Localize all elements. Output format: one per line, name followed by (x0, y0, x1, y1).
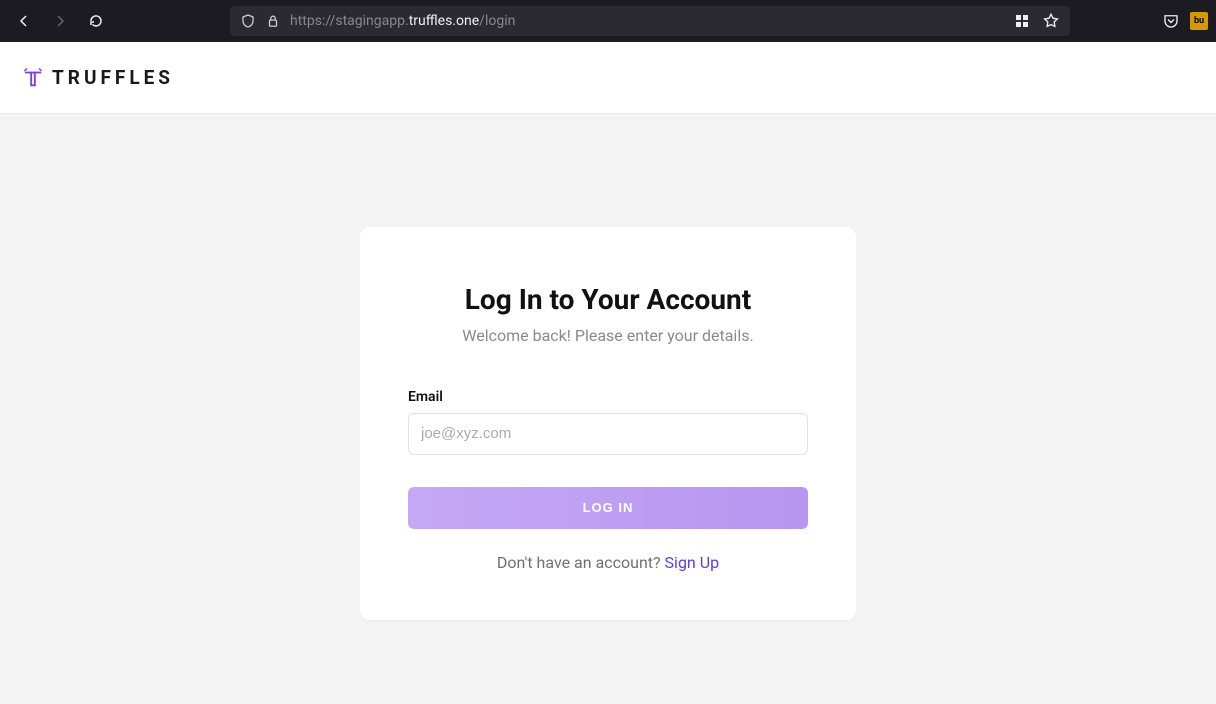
login-title: Log In to Your Account (408, 283, 808, 316)
forward-button[interactable] (44, 5, 76, 37)
signup-link[interactable]: Sign Up (665, 553, 720, 572)
brand-logo[interactable]: TRUFFLES (22, 66, 174, 89)
shield-icon (240, 13, 256, 29)
signup-prompt: Don't have an account? (497, 553, 665, 572)
grid-icon[interactable] (1014, 13, 1030, 29)
login-card: Log In to Your Account Welcome back! Ple… (360, 227, 856, 620)
url-text: https://stagingapp.truffles.one/login (290, 13, 1004, 29)
url-bar[interactable]: https://stagingapp.truffles.one/login (230, 6, 1070, 36)
email-label: Email (408, 389, 808, 405)
lock-icon (266, 14, 280, 28)
extension-badge-icon[interactable]: bu (1190, 12, 1208, 30)
reload-icon (88, 13, 104, 29)
browser-toolbar: https://stagingapp.truffles.one/login bu (0, 0, 1216, 42)
email-field[interactable] (408, 413, 808, 455)
login-button[interactable]: LOG IN (408, 487, 808, 529)
pocket-icon[interactable] (1162, 12, 1180, 30)
star-icon[interactable] (1042, 12, 1060, 30)
login-subtitle: Welcome back! Please enter your details. (408, 326, 808, 345)
app-header: TRUFFLES (0, 42, 1216, 114)
nav-buttons (8, 5, 112, 37)
logo-icon (22, 67, 44, 89)
back-button[interactable] (8, 5, 40, 37)
signup-row: Don't have an account? Sign Up (408, 553, 808, 572)
browser-right-controls: bu (1162, 12, 1208, 30)
url-right-icons (1014, 12, 1060, 30)
arrow-right-icon (52, 13, 68, 29)
main-content: Log In to Your Account Welcome back! Ple… (0, 114, 1216, 704)
brand-name: TRUFFLES (52, 66, 174, 89)
arrow-left-icon (16, 13, 32, 29)
reload-button[interactable] (80, 5, 112, 37)
